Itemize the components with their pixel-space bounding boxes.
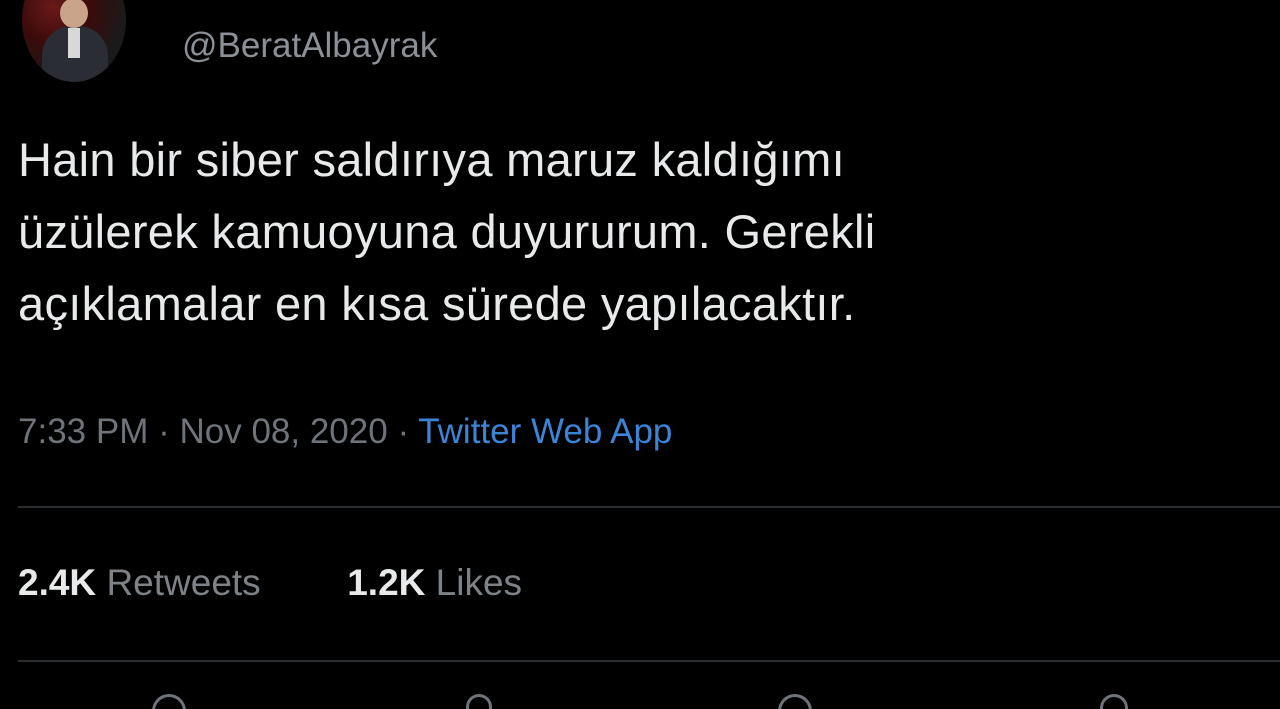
tweet-stats: 2.4K Retweets 1.2K Likes: [18, 562, 522, 604]
tweet-source-link[interactable]: Twitter Web App: [418, 412, 672, 451]
tweet-text-line: üzülerek kamuoyuna duyururum. Gerekli: [18, 205, 876, 258]
reply-icon[interactable]: [152, 694, 186, 709]
action-bar: [0, 694, 1280, 709]
retweet-icon[interactable]: [466, 694, 492, 709]
likes-count: 1.2K: [347, 562, 426, 603]
retweets-count: 2.4K: [18, 562, 97, 603]
likes-stat[interactable]: 1.2K Likes: [347, 562, 522, 603]
tweet-text: Hain bir siber saldırıya maruz kaldığımı…: [18, 124, 1258, 340]
tweet-text-line: açıklamalar en kısa sürede yapılacaktır.: [18, 277, 856, 330]
share-icon[interactable]: [1100, 694, 1128, 709]
tweet-text-line: Hain bir siber saldırıya maruz kaldığımı: [18, 133, 845, 186]
avatar-head: [60, 0, 88, 28]
tweet-metadata: 7:33 PM · Nov 08, 2020 · Twitter Web App: [18, 412, 672, 452]
divider: [18, 506, 1280, 508]
user-handle[interactable]: @BeratAlbayrak: [182, 26, 437, 66]
meta-separator: ·: [397, 412, 410, 451]
tweet-date[interactable]: Nov 08, 2020: [179, 412, 387, 451]
avatar-shirt: [68, 28, 80, 58]
likes-label: Likes: [435, 562, 523, 603]
avatar[interactable]: [22, 0, 126, 82]
like-icon[interactable]: [778, 694, 812, 709]
divider: [18, 660, 1280, 662]
retweets-label: Retweets: [106, 562, 261, 603]
meta-separator: ·: [158, 412, 170, 451]
tweet-time[interactable]: 7:33 PM: [18, 412, 148, 451]
retweets-stat[interactable]: 2.4K Retweets: [18, 562, 271, 603]
tweet-card: @BeratAlbayrak Hain bir siber saldırıya …: [0, 0, 1280, 709]
